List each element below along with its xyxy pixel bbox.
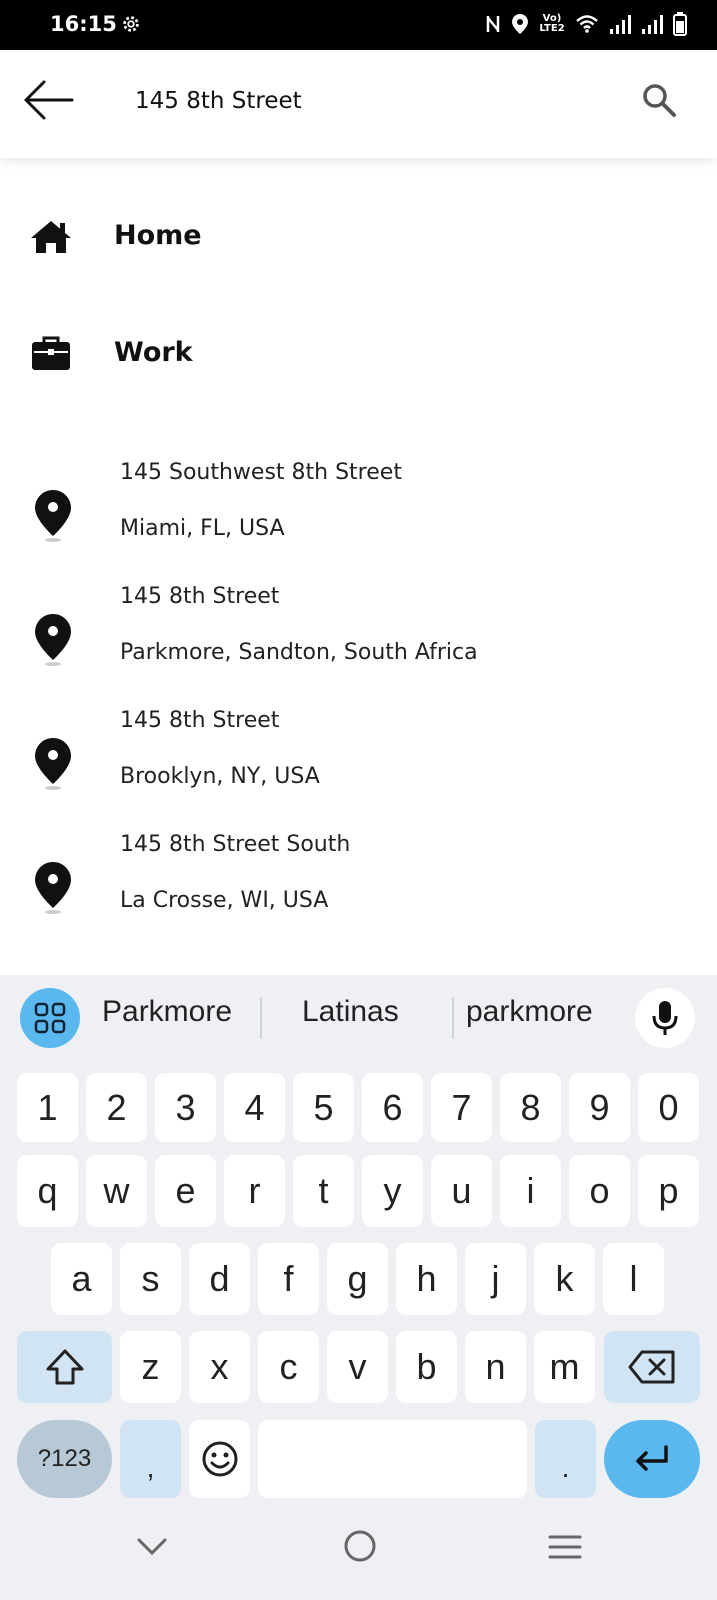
- key-9[interactable]: 9: [569, 1073, 630, 1142]
- enter-key[interactable]: [604, 1420, 700, 1498]
- place-subtitle: La Crosse, WI, USA: [120, 888, 329, 913]
- place-subtitle: Brooklyn, NY, USA: [120, 764, 320, 789]
- back-arrow-icon[interactable]: [22, 78, 82, 128]
- key-4[interactable]: 4: [224, 1073, 285, 1142]
- key-y[interactable]: y: [362, 1155, 423, 1227]
- comma-key[interactable]: ,: [120, 1420, 181, 1498]
- status-bar: 16:15 Vo) LTE2: [0, 0, 717, 50]
- briefcase-icon: [30, 336, 72, 376]
- suggestion-3[interactable]: parkmore: [466, 995, 593, 1029]
- favorite-home-label: Home: [114, 220, 202, 251]
- location-pin-icon: [33, 612, 73, 674]
- search-input[interactable]: 145 8th Street: [135, 88, 302, 114]
- signal-1-icon: [609, 14, 631, 34]
- list-item[interactable]: 145 8th Street South La Crosse, WI, USA: [0, 832, 717, 956]
- status-time: 16:15: [50, 12, 117, 36]
- key-o[interactable]: o: [569, 1155, 630, 1227]
- favorite-work[interactable]: Work: [0, 302, 717, 412]
- suggestion-1[interactable]: Parkmore: [102, 995, 232, 1029]
- navigation-bar: [0, 1515, 717, 1600]
- key-x[interactable]: x: [189, 1331, 250, 1403]
- key-5[interactable]: 5: [293, 1073, 354, 1142]
- microphone-icon: [652, 1001, 678, 1035]
- key-1[interactable]: 1: [17, 1073, 78, 1142]
- home-circle-icon[interactable]: [343, 1529, 377, 1567]
- grid-icon: [34, 1002, 66, 1034]
- backspace-icon: [628, 1350, 675, 1384]
- key-6[interactable]: 6: [362, 1073, 423, 1142]
- signal-2-icon: [641, 14, 663, 34]
- list-item[interactable]: 145 Southwest 8th Street Miami, FL, USA: [0, 460, 717, 584]
- settings-gear-icon: [120, 13, 142, 39]
- key-q[interactable]: q: [17, 1155, 78, 1227]
- key-u[interactable]: u: [431, 1155, 492, 1227]
- key-n[interactable]: n: [465, 1331, 526, 1403]
- backspace-key[interactable]: [604, 1331, 700, 1403]
- key-k[interactable]: k: [534, 1243, 595, 1315]
- key-2[interactable]: 2: [86, 1073, 147, 1142]
- key-p[interactable]: p: [638, 1155, 699, 1227]
- apps-grid-button[interactable]: [20, 988, 80, 1048]
- key-m[interactable]: m: [534, 1331, 595, 1403]
- key-f[interactable]: f: [258, 1243, 319, 1315]
- key-0[interactable]: 0: [638, 1073, 699, 1142]
- emoji-icon: [202, 1441, 237, 1477]
- status-icons: Vo) LTE2: [485, 12, 687, 36]
- shift-key[interactable]: [17, 1331, 112, 1403]
- key-z[interactable]: z: [120, 1331, 181, 1403]
- location-icon: [511, 13, 529, 35]
- period-key[interactable]: .: [535, 1420, 596, 1498]
- key-s[interactable]: s: [120, 1243, 181, 1315]
- key-g[interactable]: g: [327, 1243, 388, 1315]
- emoji-key[interactable]: [189, 1420, 250, 1498]
- suggestion-divider: [452, 997, 454, 1039]
- favorite-work-label: Work: [114, 337, 193, 368]
- key-7[interactable]: 7: [431, 1073, 492, 1142]
- place-title: 145 Southwest 8th Street: [120, 460, 402, 485]
- key-h[interactable]: h: [396, 1243, 457, 1315]
- place-subtitle: Miami, FL, USA: [120, 516, 285, 541]
- list-item[interactable]: 145 8th Street Parkmore, Sandton, South …: [0, 584, 717, 708]
- enter-icon: [636, 1445, 668, 1471]
- nfc-icon: [485, 14, 501, 34]
- key-8[interactable]: 8: [500, 1073, 561, 1142]
- key-w[interactable]: w: [86, 1155, 147, 1227]
- search-bar: 145 8th Street: [0, 50, 717, 158]
- key-b[interactable]: b: [396, 1331, 457, 1403]
- place-title: 145 8th Street: [120, 708, 280, 733]
- battery-icon: [673, 12, 687, 36]
- key-a[interactable]: a: [51, 1243, 112, 1315]
- key-t[interactable]: t: [293, 1155, 354, 1227]
- location-pin-icon: [33, 860, 73, 922]
- microphone-button[interactable]: [635, 988, 695, 1048]
- suggestion-divider: [260, 997, 262, 1039]
- place-title: 145 8th Street: [120, 584, 280, 609]
- menu-lines-icon[interactable]: [548, 1533, 582, 1565]
- key-d[interactable]: d: [189, 1243, 250, 1315]
- location-pin-icon: [33, 488, 73, 550]
- search-icon[interactable]: [641, 82, 681, 122]
- home-icon: [30, 219, 72, 259]
- hide-keyboard-chevron-icon[interactable]: [136, 1535, 168, 1563]
- place-title: 145 8th Street South: [120, 832, 351, 857]
- suggestion-2[interactable]: Latinas: [302, 995, 399, 1029]
- favorite-home[interactable]: Home: [0, 185, 717, 295]
- lte-indicator: Vo) LTE2: [539, 13, 565, 34]
- space-key[interactable]: [258, 1420, 527, 1498]
- key-v[interactable]: v: [327, 1331, 388, 1403]
- key-3[interactable]: 3: [155, 1073, 216, 1142]
- shift-icon: [46, 1349, 83, 1385]
- key-j[interactable]: j: [465, 1243, 526, 1315]
- key-e[interactable]: e: [155, 1155, 216, 1227]
- wifi-icon: [575, 14, 599, 34]
- list-item[interactable]: 145 8th Street Brooklyn, NY, USA: [0, 708, 717, 832]
- key-c[interactable]: c: [258, 1331, 319, 1403]
- key-i[interactable]: i: [500, 1155, 561, 1227]
- place-subtitle: Parkmore, Sandton, South Africa: [120, 640, 478, 665]
- keyboard: Parkmore Latinas parkmore 1 2 3 4 5 6 7 …: [0, 975, 717, 1600]
- location-pin-icon: [33, 736, 73, 798]
- key-r[interactable]: r: [224, 1155, 285, 1227]
- symbols-key[interactable]: ?123: [17, 1420, 112, 1498]
- key-l[interactable]: l: [603, 1243, 664, 1315]
